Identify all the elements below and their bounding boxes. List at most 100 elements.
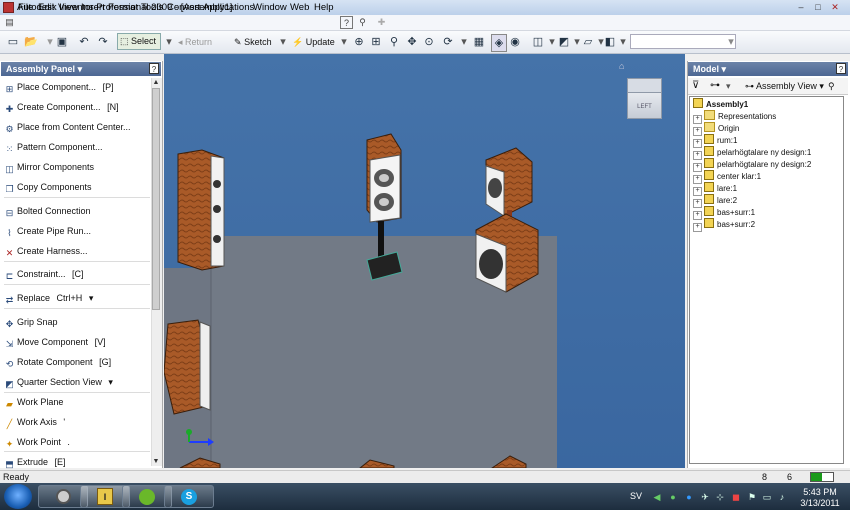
- maximize-button[interactable]: □: [811, 1, 825, 13]
- tree-node[interactable]: + Origin: [690, 122, 840, 136]
- close-button[interactable]: ✕: [828, 1, 842, 13]
- create-pipe-run-item[interactable]: ⌇ Create Pipe Run...: [4, 223, 150, 239]
- combo-dropdown-icon[interactable]: ▾: [724, 34, 738, 50]
- menu-format[interactable]: Format: [108, 1, 138, 14]
- home-view-icon[interactable]: ⌂: [619, 62, 629, 71]
- return-button[interactable]: ◂ Return: [178, 34, 212, 50]
- scroll-up-icon[interactable]: ▲: [151, 78, 161, 88]
- move-component-item[interactable]: ⇲ Move Component [V]: [4, 334, 150, 350]
- start-button[interactable]: [4, 484, 32, 509]
- shaded-display-icon[interactable]: ◈: [491, 34, 507, 52]
- structure-icon[interactable]: ⊶: [710, 79, 720, 93]
- work-point-item[interactable]: ✦ Work Point .: [4, 434, 150, 450]
- menu-insert[interactable]: Insert: [81, 1, 105, 14]
- filter-icon[interactable]: ⊽: [692, 79, 699, 93]
- place-from-content-center-item[interactable]: ⚙ Place from Content Center...: [4, 119, 150, 135]
- zoom-icon[interactable]: ⚲: [387, 34, 401, 50]
- tree-node[interactable]: + lare:2: [690, 194, 840, 208]
- panel-help-icon[interactable]: ?: [149, 63, 159, 74]
- assembly-view-dropdown[interactable]: ⊶ Assembly View ▾: [745, 79, 824, 93]
- scrollbar-thumb[interactable]: [152, 88, 160, 310]
- viewcube-left-face[interactable]: LEFT: [627, 92, 662, 119]
- update-button[interactable]: ⚡ Update: [292, 34, 335, 50]
- inventor-logo-icon[interactable]: [3, 2, 14, 13]
- sketch-dropdown-icon[interactable]: ▾: [276, 34, 290, 50]
- tree-node[interactable]: + bas+surr:2: [690, 218, 840, 232]
- menu-help[interactable]: Help: [314, 1, 334, 14]
- tray-ati-icon[interactable]: ◼: [731, 492, 741, 502]
- save-icon[interactable]: ▣: [55, 34, 69, 50]
- update-dropdown-icon[interactable]: ▾: [337, 34, 351, 50]
- replace-item[interactable]: ⇄ Replace Ctrl+H ▾: [4, 290, 150, 306]
- taskbar-skype[interactable]: S: [164, 485, 214, 508]
- scroll-down-icon[interactable]: ▼: [151, 457, 161, 467]
- tray-skype-icon[interactable]: ●: [684, 492, 694, 502]
- zoom-window-icon[interactable]: ⊞: [369, 34, 383, 50]
- find-icon[interactable]: ⚲: [828, 79, 835, 93]
- undo-icon[interactable]: ↶: [77, 34, 91, 50]
- constraint-item[interactable]: ⊏ Constraint... [C]: [4, 266, 150, 282]
- menu-tools[interactable]: Tools: [141, 1, 163, 14]
- assembly-panel-header[interactable]: Assembly Panel ▾: [1, 62, 161, 76]
- extrude-item[interactable]: ⬒ Extrude [E]: [4, 454, 150, 470]
- plane-icon[interactable]: ▱: [581, 34, 595, 50]
- language-indicator[interactable]: SV: [630, 491, 642, 501]
- copy-components-item[interactable]: ❐ Copy Components: [4, 179, 150, 195]
- sketch-button[interactable]: ✎ Sketch: [234, 34, 272, 50]
- select-button[interactable]: ⬚ Select: [117, 33, 161, 50]
- pattern-component-item[interactable]: ⁙ Pattern Component...: [4, 139, 150, 155]
- model-browser-header[interactable]: Model ▾: [688, 62, 848, 76]
- minimize-button[interactable]: –: [794, 1, 808, 13]
- grip-snap-item[interactable]: ✥ Grip Snap: [4, 314, 150, 330]
- document-icon[interactable]: ▤: [4, 16, 15, 28]
- tree-node[interactable]: + bas+surr:1: [690, 206, 840, 220]
- place-component-item[interactable]: ⊞ Place Component... [P]: [4, 79, 150, 95]
- work-axis-item[interactable]: ╱ Work Axis ': [4, 414, 150, 430]
- zoom-selected-icon[interactable]: ⊙: [422, 34, 436, 50]
- open-icon[interactable]: 📂: [24, 34, 38, 50]
- mirror-components-item[interactable]: ◫ Mirror Components: [4, 159, 150, 175]
- browser-help-icon[interactable]: ?: [836, 63, 846, 74]
- tree-node[interactable]: + center klar:1: [690, 170, 840, 184]
- viewcube-top[interactable]: [627, 78, 662, 93]
- tree-node[interactable]: + Representations: [690, 110, 840, 124]
- redo-icon[interactable]: ↷: [96, 34, 110, 50]
- structure-dropdown-icon[interactable]: ▾: [726, 79, 731, 93]
- select-dropdown-icon[interactable]: ▾: [162, 34, 176, 50]
- rotate-component-item[interactable]: ⟲ Rotate Component [G]: [4, 354, 150, 370]
- menu-view[interactable]: View: [58, 1, 78, 14]
- whats-this-icon[interactable]: ⚲: [357, 16, 368, 28]
- bolted-connection-item[interactable]: ⊟ Bolted Connection: [4, 203, 150, 219]
- tray-arrow-icon[interactable]: ◀: [652, 492, 662, 502]
- tree-node[interactable]: + lare:1: [690, 182, 840, 196]
- menu-applications[interactable]: Applications: [203, 1, 254, 14]
- menu-window[interactable]: Window: [253, 1, 287, 14]
- tree-node[interactable]: + pelarhögtalare ny design:2: [690, 158, 840, 172]
- clock-date[interactable]: 3/13/2011: [795, 498, 845, 508]
- section-icon[interactable]: ◩: [557, 34, 571, 50]
- tray-monitor-icon[interactable]: ▭: [762, 492, 772, 502]
- tray-network-icon[interactable]: ⊹: [715, 492, 725, 502]
- menu-edit[interactable]: Edit: [38, 1, 54, 14]
- menu-convert[interactable]: Convert: [167, 1, 200, 14]
- tray-spotify-icon[interactable]: ●: [668, 492, 678, 502]
- color-combo-input[interactable]: [630, 34, 736, 49]
- create-harness-item[interactable]: ✕ Create Harness...: [4, 243, 150, 259]
- orbit-dropdown-icon[interactable]: ▾: [457, 34, 471, 50]
- zoom-all-icon[interactable]: ⊕: [352, 34, 366, 50]
- create-component-item[interactable]: ✚ Create Component... [N]: [4, 99, 150, 115]
- tray-volume-icon[interactable]: ♪: [777, 492, 787, 502]
- pan-icon[interactable]: ✥: [405, 34, 419, 50]
- clock-time[interactable]: 5:43 PM: [795, 487, 845, 497]
- tree-root[interactable]: Assembly1: [690, 98, 840, 110]
- visibility-dropdown-icon[interactable]: ▾: [616, 34, 630, 50]
- orbit-icon[interactable]: ⟳: [441, 34, 455, 50]
- quarter-section-view-item[interactable]: ◩ Quarter Section View ▾: [4, 374, 150, 390]
- graphics-viewport[interactable]: [164, 54, 685, 468]
- menu-web[interactable]: Web: [290, 1, 309, 14]
- look-at-icon[interactable]: ▦: [472, 34, 486, 50]
- tray-flag-icon[interactable]: ⚑: [747, 492, 757, 502]
- work-plane-item[interactable]: ▰ Work Plane: [4, 394, 150, 410]
- view-cube-icon[interactable]: ◫: [531, 34, 545, 50]
- new-icon[interactable]: ▭: [6, 34, 20, 50]
